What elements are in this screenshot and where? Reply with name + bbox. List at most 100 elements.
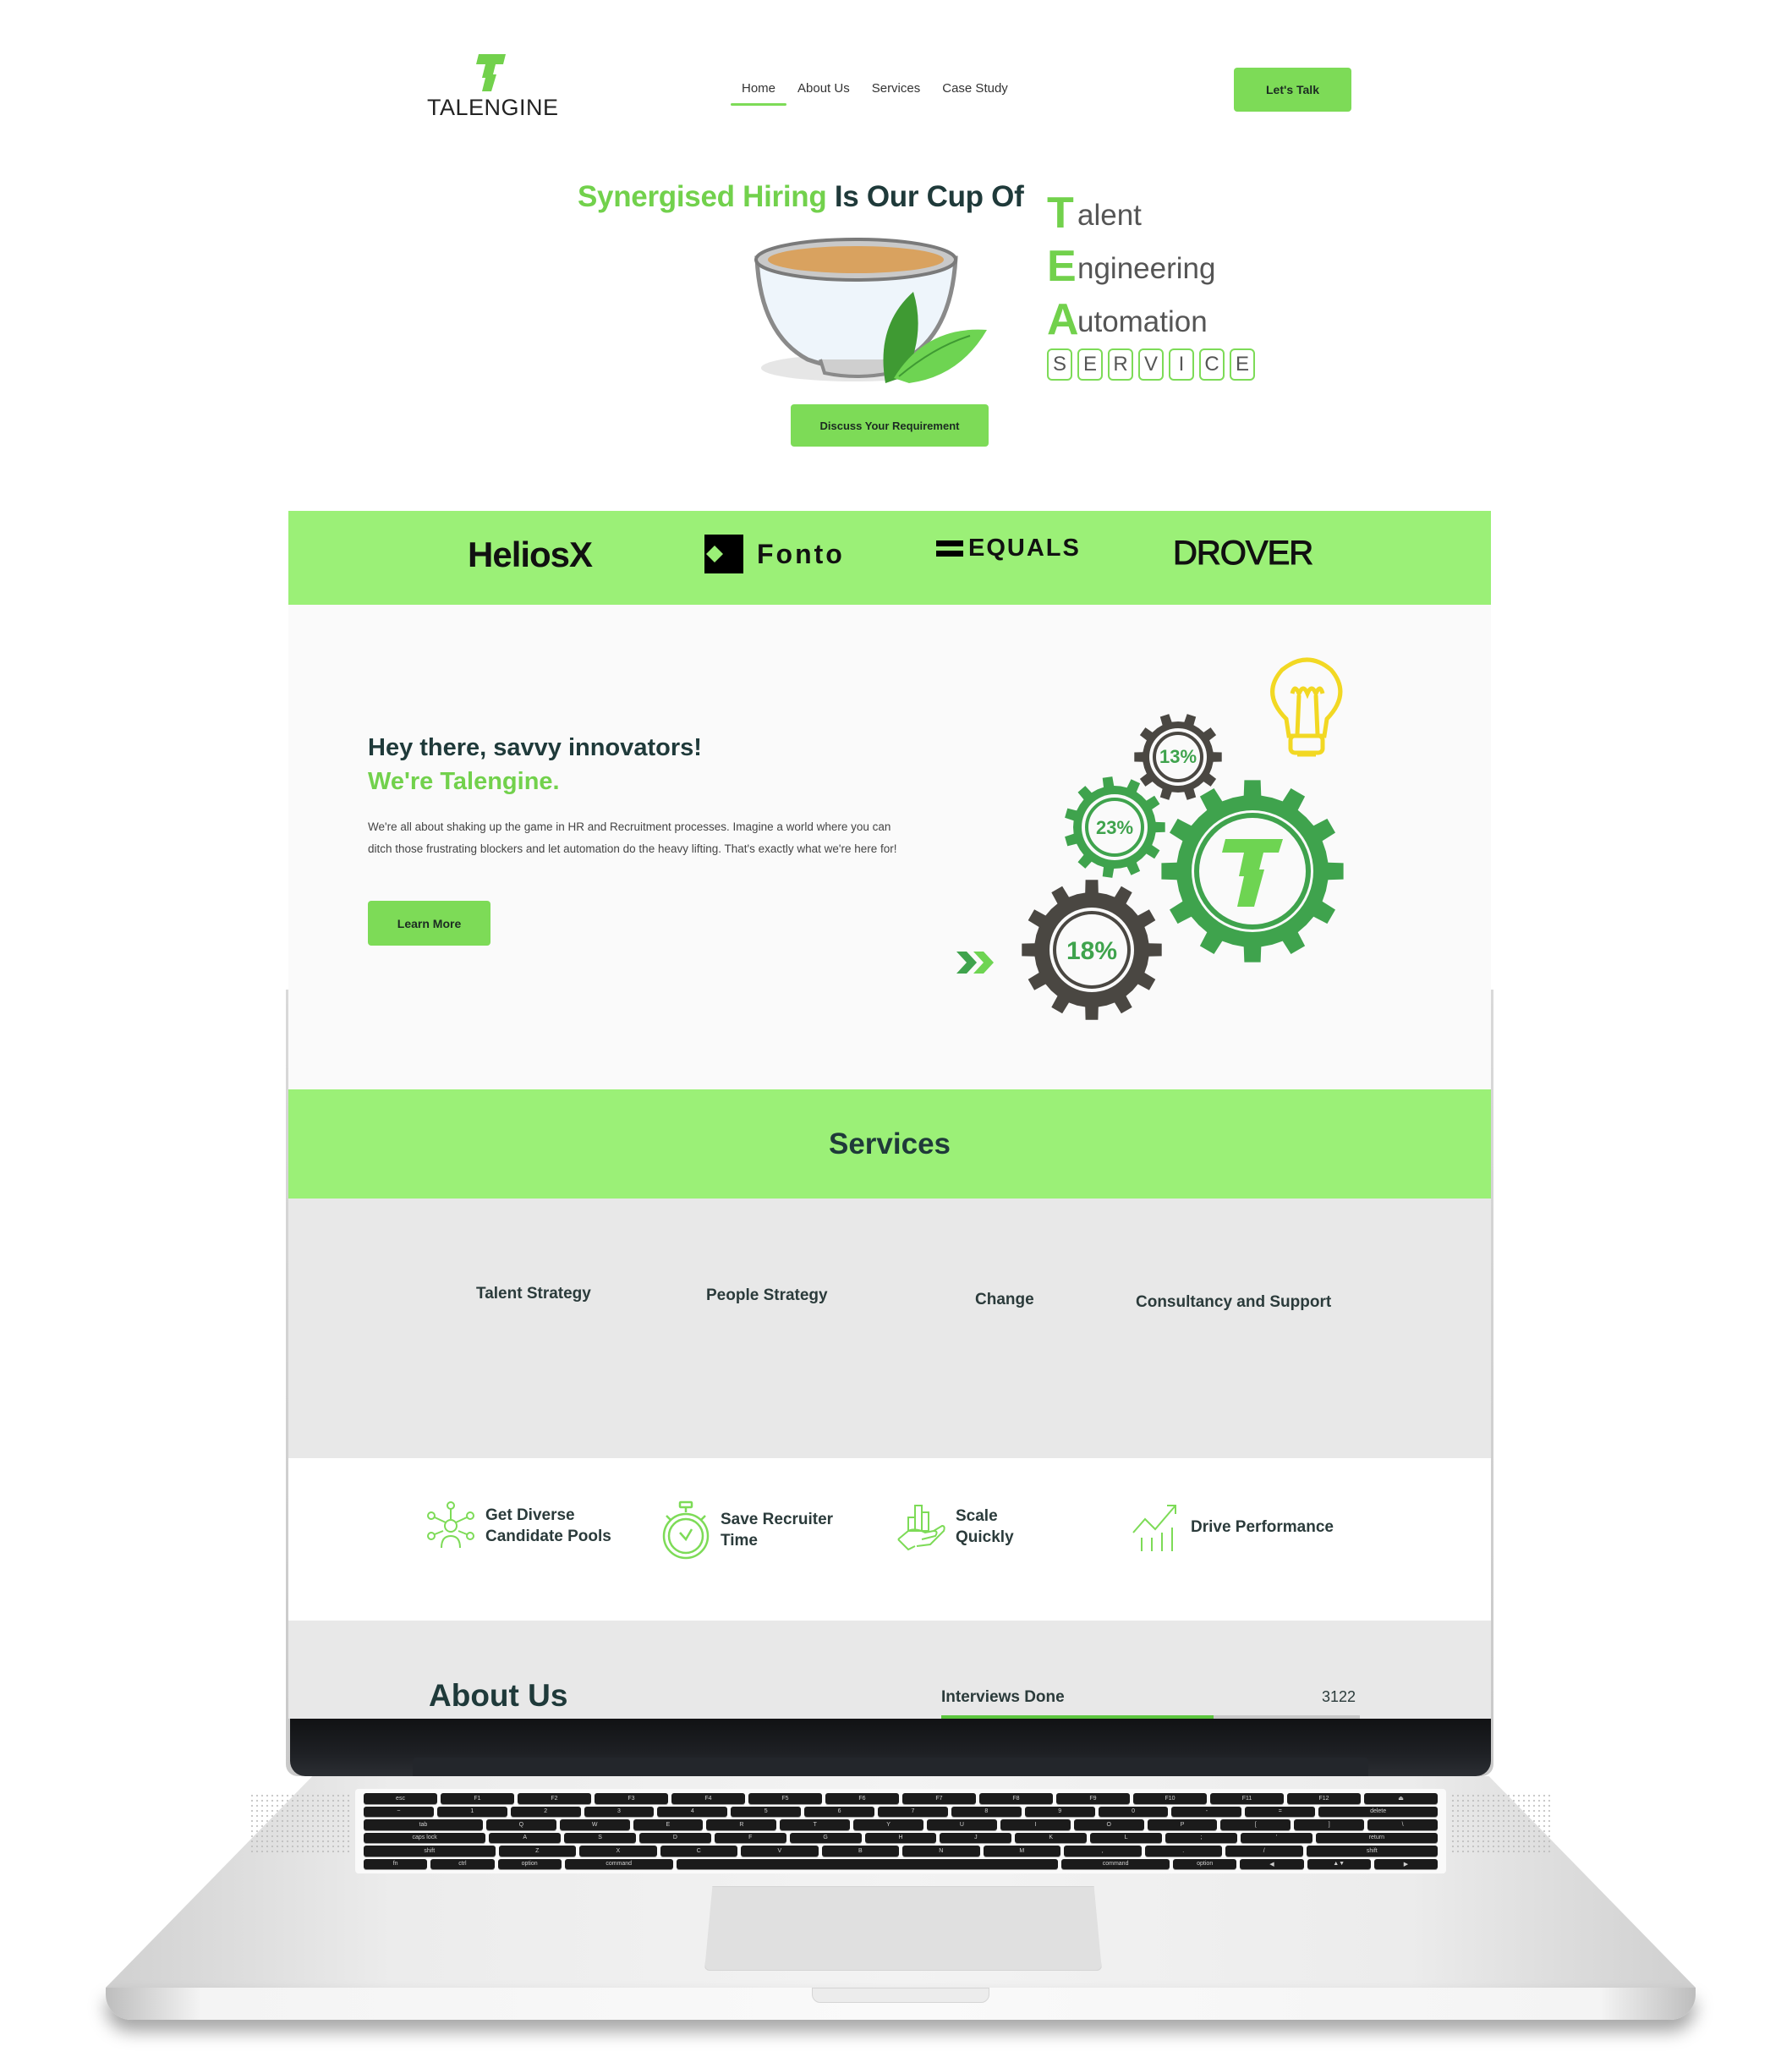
keyboard-key[interactable]: ◀ xyxy=(1240,1858,1304,1869)
discuss-requirement-button[interactable]: Discuss Your Requirement xyxy=(791,404,989,447)
keyboard-key[interactable]: U xyxy=(927,1819,997,1830)
keyboard-key[interactable]: F1 xyxy=(441,1793,514,1804)
keyboard-key[interactable]: \ xyxy=(1367,1819,1439,1830)
tea-row-automation: A utomation xyxy=(1047,295,1208,344)
keyboard-key[interactable]: [ xyxy=(1220,1819,1291,1830)
keyboard-key[interactable]: K xyxy=(1015,1832,1088,1843)
keyboard-key[interactable]: delete xyxy=(1318,1806,1439,1817)
keyboard-key[interactable]: / xyxy=(1225,1846,1303,1857)
keyboard-key[interactable]: 0 xyxy=(1098,1806,1169,1817)
keyboard-key[interactable]: return xyxy=(1315,1832,1438,1843)
keyboard-key[interactable]: D xyxy=(638,1832,711,1843)
service-letter: E xyxy=(1077,348,1103,381)
chevrons-icon xyxy=(956,952,994,974)
keyboard-key[interactable]: - xyxy=(1171,1806,1242,1817)
heliosx-logo: HeliosX xyxy=(468,535,593,574)
keyboard-key[interactable]: 7 xyxy=(878,1806,948,1817)
keyboard-key[interactable]: G xyxy=(789,1832,862,1843)
keyboard-key[interactable]: 9 xyxy=(1024,1806,1095,1817)
service-people-strategy[interactable]: People Strategy xyxy=(706,1286,828,1305)
service-change[interactable]: Change xyxy=(975,1291,1034,1309)
keyboard-key[interactable]: shift xyxy=(1306,1846,1439,1857)
keyboard-key[interactable]: F11 xyxy=(1210,1793,1284,1804)
keyboard-key[interactable]: C xyxy=(660,1846,738,1857)
keyboard-key[interactable]: B xyxy=(821,1846,900,1857)
keyboard-key[interactable]: W xyxy=(559,1819,630,1830)
keyboard-key[interactable]: ' xyxy=(1240,1832,1312,1843)
keyboard-key[interactable]: S xyxy=(564,1832,636,1843)
keyboard-key[interactable]: H xyxy=(864,1832,937,1843)
keyboard-key[interactable]: , xyxy=(1064,1846,1142,1857)
keyboard-key[interactable]: L xyxy=(1090,1832,1162,1843)
keyboard-key[interactable] xyxy=(676,1858,1059,1869)
keyboard-key[interactable]: F10 xyxy=(1133,1793,1207,1804)
keyboard-key[interactable]: I xyxy=(1000,1819,1071,1830)
service-letter: E xyxy=(1230,348,1255,381)
keyboard-key[interactable]: F2 xyxy=(518,1793,591,1804)
keyboard-key[interactable]: J xyxy=(940,1832,1012,1843)
keyboard-key[interactable]: shift xyxy=(364,1846,496,1857)
keyboard-key[interactable]: F7 xyxy=(902,1793,976,1804)
keyboard-key[interactable]: 5 xyxy=(731,1806,802,1817)
keyboard-key[interactable]: 2 xyxy=(510,1806,581,1817)
keyboard-key[interactable]: caps lock xyxy=(364,1832,486,1843)
keyboard-key[interactable]: Z xyxy=(498,1846,577,1857)
keyboard-key[interactable]: ⏏ xyxy=(1364,1793,1438,1804)
keyboard-key[interactable]: option xyxy=(497,1858,562,1869)
keyboard-key[interactable]: ~ xyxy=(364,1806,434,1817)
keyboard-key[interactable]: ▶ xyxy=(1373,1858,1439,1869)
keyboard-key[interactable]: F4 xyxy=(671,1793,745,1804)
keyboard-key[interactable]: 3 xyxy=(584,1806,655,1817)
keyboard-key[interactable]: F9 xyxy=(1056,1793,1130,1804)
keyboard-key[interactable]: O xyxy=(1073,1819,1144,1830)
trend-chart-icon xyxy=(1132,1505,1176,1551)
keyboard-key[interactable]: X xyxy=(579,1846,657,1857)
keyboard-key[interactable]: A xyxy=(489,1832,562,1843)
keyboard-key[interactable]: R xyxy=(706,1819,777,1830)
keyboard-key[interactable]: ; xyxy=(1165,1832,1237,1843)
keyboard-key[interactable]: F5 xyxy=(748,1793,822,1804)
nav-about-us[interactable]: About Us xyxy=(786,79,861,107)
service-consultancy-support[interactable]: Consultancy and Support xyxy=(1136,1293,1331,1312)
keyboard-key[interactable]: ctrl xyxy=(430,1858,495,1869)
keyboard-key[interactable]: Y xyxy=(853,1819,924,1830)
lets-talk-button[interactable]: Let's Talk xyxy=(1234,68,1351,112)
keyboard-key[interactable]: tab xyxy=(364,1819,483,1830)
keyboard-key[interactable]: esc xyxy=(364,1793,437,1804)
keyboard-key[interactable]: E xyxy=(633,1819,704,1830)
keyboard-key[interactable]: V xyxy=(741,1846,819,1857)
keyboard-key[interactable]: F3 xyxy=(595,1793,668,1804)
keyboard-key[interactable]: F12 xyxy=(1287,1793,1361,1804)
nav-case-study[interactable]: Case Study xyxy=(931,79,1019,107)
keyboard-key[interactable]: 6 xyxy=(804,1806,875,1817)
site-logo[interactable]: TALENGINE xyxy=(427,54,558,121)
keyboard-key[interactable]: F6 xyxy=(825,1793,899,1804)
keyboard-key[interactable]: N xyxy=(902,1846,980,1857)
keyboard-key[interactable]: = xyxy=(1245,1806,1316,1817)
keyboard-key[interactable]: fn xyxy=(364,1858,428,1869)
learn-more-button[interactable]: Learn More xyxy=(368,901,490,946)
trackpad[interactable] xyxy=(704,1886,1102,1971)
nav-services[interactable]: Services xyxy=(861,79,932,107)
keyboard-key[interactable]: Q xyxy=(485,1819,556,1830)
keyboard-key[interactable]: ▲▼ xyxy=(1307,1858,1371,1869)
benefit-label-line1: Drive Performance xyxy=(1191,1517,1334,1536)
benefit-performance: Drive Performance xyxy=(1132,1500,1334,1553)
service-talent-strategy[interactable]: Talent Strategy xyxy=(476,1285,591,1303)
keyboard-key[interactable]: F xyxy=(714,1832,786,1843)
keyboard-key[interactable]: ] xyxy=(1294,1819,1365,1830)
keyboard-key[interactable]: 4 xyxy=(657,1806,728,1817)
keyboard-key[interactable]: M xyxy=(983,1846,1061,1857)
keyboard-key[interactable]: . xyxy=(1144,1846,1223,1857)
intro-heading: Hey there, savvy innovators! xyxy=(368,734,702,761)
gear-23-label: 23% xyxy=(1096,817,1133,838)
nav-home[interactable]: Home xyxy=(731,79,787,107)
keyboard-key[interactable]: 1 xyxy=(436,1806,507,1817)
keyboard-key[interactable]: command xyxy=(1061,1858,1170,1869)
keyboard-key[interactable]: 8 xyxy=(951,1806,1022,1817)
keyboard-key[interactable]: option xyxy=(1173,1858,1237,1869)
keyboard-key[interactable]: P xyxy=(1147,1819,1218,1830)
keyboard-key[interactable]: command xyxy=(564,1858,673,1869)
keyboard-key[interactable]: T xyxy=(780,1819,851,1830)
keyboard-key[interactable]: F8 xyxy=(979,1793,1053,1804)
